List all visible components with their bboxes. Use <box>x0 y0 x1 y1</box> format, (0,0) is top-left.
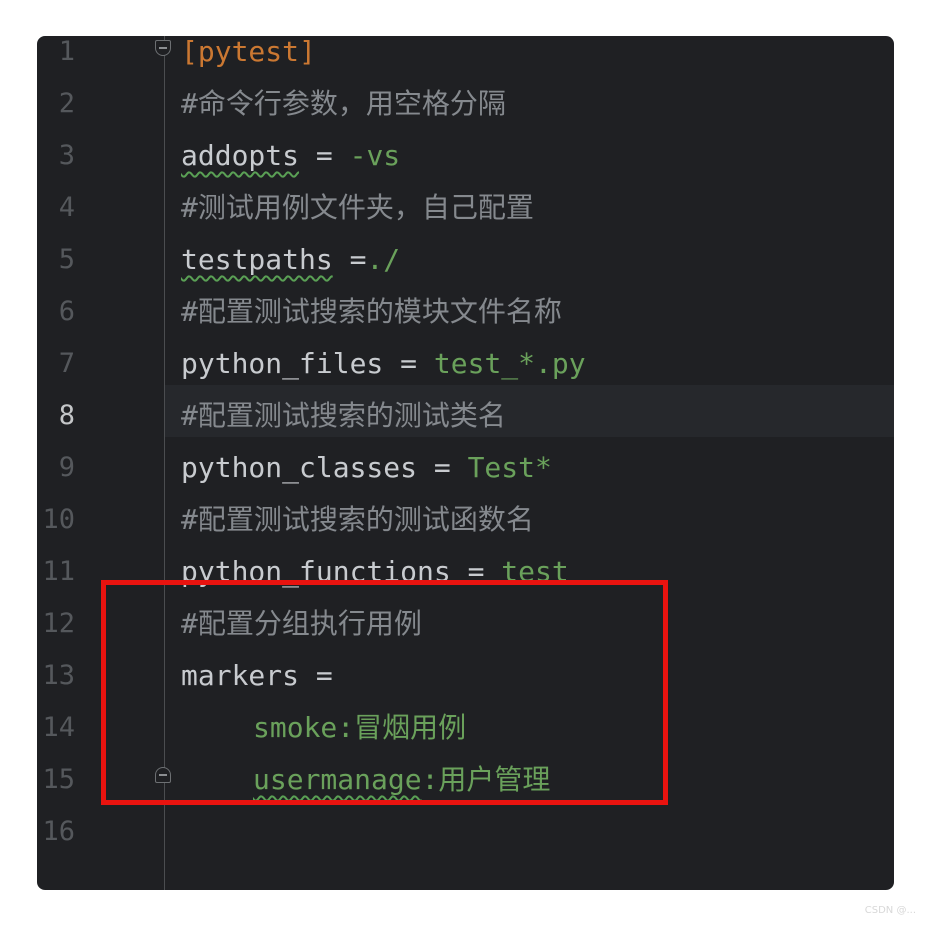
code-line[interactable]: 6 #配置测试搜索的模块文件名称 <box>37 286 894 338</box>
annotation-highlight-box <box>101 580 668 805</box>
line-number: 10 <box>42 504 75 535</box>
code-line[interactable]: 10 #配置测试搜索的测试函数名 <box>37 494 894 546</box>
code-text: python_files = test_*.py <box>181 338 586 390</box>
line-number: 4 <box>58 192 75 223</box>
code-token: -vs <box>349 139 401 172</box>
line-number: 6 <box>58 296 75 327</box>
code-line[interactable]: 8 #配置测试搜索的测试类名 <box>37 390 894 442</box>
code-text: [pytest] <box>181 36 316 78</box>
code-line[interactable]: 3 addopts = -vs <box>37 130 894 182</box>
code-token: addopts <box>181 139 300 172</box>
line-number: 14 <box>42 712 75 743</box>
line-number: 7 <box>58 348 75 379</box>
code-token: = <box>332 243 367 276</box>
code-text: #测试用例文件夹，自己配置 <box>181 182 534 234</box>
code-text: #配置测试搜索的模块文件名称 <box>181 286 562 338</box>
code-token: testpaths <box>181 243 333 276</box>
code-line[interactable]: 7 python_files = test_*.py <box>37 338 894 390</box>
code-line[interactable]: 2 #命令行参数，用空格分隔 <box>37 78 894 130</box>
code-token: Test* <box>467 451 552 484</box>
watermark: CSDN @... <box>864 905 916 916</box>
code-token: #配置测试搜索的测试函数名 <box>181 503 534 536</box>
code-line[interactable]: 4 #测试用例文件夹，自己配置 <box>37 182 894 234</box>
line-number: 12 <box>42 608 75 639</box>
code-line[interactable]: 16 <box>37 806 894 858</box>
code-token: #测试用例文件夹，自己配置 <box>181 191 534 224</box>
code-token: #配置测试搜索的测试类名 <box>181 399 506 432</box>
code-token: [pytest] <box>181 36 316 68</box>
code-line[interactable]: 5 testpaths =./ <box>37 234 894 286</box>
line-number: 1 <box>58 36 75 67</box>
code-text: #配置测试搜索的测试类名 <box>181 390 506 442</box>
code-line[interactable]: 9 python_classes = Test* <box>37 442 894 494</box>
code-text: #命令行参数，用空格分隔 <box>181 78 506 130</box>
line-number: 16 <box>42 816 75 847</box>
fold-collapse-icon[interactable] <box>155 40 171 56</box>
code-token: python_files = <box>181 347 434 380</box>
code-token: ./ <box>366 243 401 276</box>
code-token: #配置测试搜索的模块文件名称 <box>181 295 562 328</box>
code-text: testpaths =./ <box>181 234 400 286</box>
line-number: 3 <box>58 140 75 171</box>
code-token: = <box>299 139 350 172</box>
code-token: #命令行参数，用空格分隔 <box>181 87 506 120</box>
line-number: 2 <box>58 88 75 119</box>
code-text: addopts = -vs <box>181 130 400 182</box>
code-token: test_*.py <box>433 347 586 380</box>
line-number: 13 <box>42 660 75 691</box>
line-number: 5 <box>58 244 75 275</box>
line-number: 11 <box>42 556 75 587</box>
line-number: 15 <box>42 764 75 795</box>
code-text: #配置测试搜索的测试函数名 <box>181 494 534 546</box>
line-number: 8 <box>58 400 75 431</box>
code-text: python_classes = Test* <box>181 442 552 494</box>
line-number: 9 <box>58 452 75 483</box>
code-token: python_classes = <box>181 451 468 484</box>
